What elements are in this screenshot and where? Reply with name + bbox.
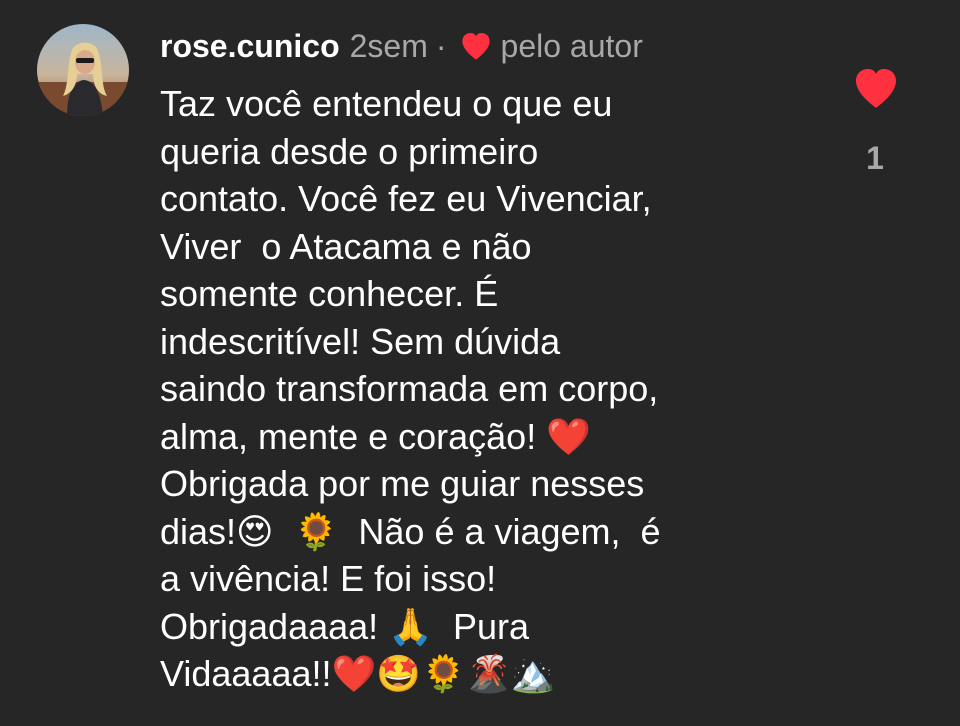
like-button[interactable]: [851, 66, 901, 110]
avatar-image: [37, 24, 129, 116]
timestamp: 2sem: [349, 28, 428, 64]
like-count[interactable]: 1: [840, 136, 910, 180]
comment-text: Taz você entendeu o que eu queria desde …: [160, 83, 661, 694]
comment-header: rose.cunico 2sem · pelo autor: [160, 24, 643, 68]
heart-icon: [856, 69, 896, 108]
liked-by-author-label: pelo autor: [500, 28, 643, 64]
separator-dot: ·: [435, 28, 447, 64]
avatar[interactable]: [37, 24, 129, 116]
username-link[interactable]: rose.cunico: [160, 24, 340, 68]
heart-icon: [459, 31, 493, 61]
